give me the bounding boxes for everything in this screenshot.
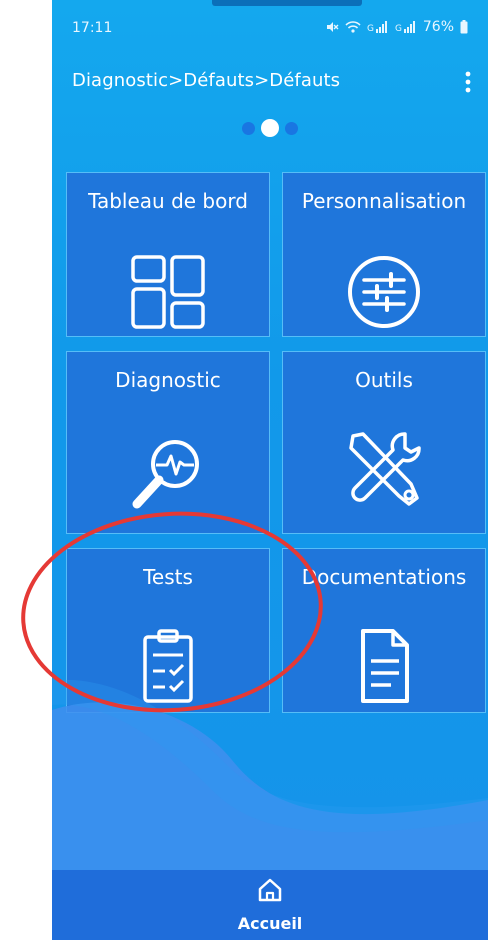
tile-tableau-de-bord[interactable]: Tableau de bord: [66, 172, 270, 337]
signal-icon-2: G: [395, 20, 417, 34]
tile-diagnostic[interactable]: Diagnostic: [66, 351, 270, 534]
dashboard-icon: [131, 255, 205, 329]
page: 17:11 G G 76% Diagnostic>Défauts>Défauts…: [0, 0, 488, 940]
svg-text:G: G: [395, 24, 402, 34]
status-bar: 17:11 G G 76%: [52, 18, 488, 44]
sliders-icon: [348, 256, 420, 328]
header-bar: Diagnostic>Défauts>Défauts: [52, 60, 488, 104]
page-dot-3[interactable]: [285, 121, 298, 135]
tile-label: Documentations: [301, 565, 467, 589]
tile-label: Tests: [143, 565, 193, 589]
tile-label: Outils: [355, 368, 413, 392]
svg-text:G: G: [367, 24, 374, 34]
breadcrumb[interactable]: Diagnostic>Défauts>Défauts: [72, 70, 340, 91]
tile-outils[interactable]: Outils: [282, 351, 486, 534]
page-dot-1[interactable]: [242, 121, 255, 135]
tile-label: Diagnostic: [115, 368, 221, 392]
tile-personnalisation[interactable]: Personnalisation: [282, 172, 486, 337]
bottom-nav: Accueil: [52, 870, 488, 940]
battery-icon: [460, 20, 468, 34]
tools-icon: [349, 432, 421, 506]
status-icons: G G 76%: [325, 19, 468, 35]
nav-home-button[interactable]: Accueil: [210, 876, 330, 936]
page-dot-2-active[interactable]: [261, 119, 279, 137]
tile-label: Personnalisation: [301, 189, 467, 213]
tile-label: Tableau de bord: [88, 189, 248, 213]
diagnostic-magnifier-icon: [132, 440, 199, 509]
top-notch: [212, 0, 362, 6]
menu-grid: Tableau de bord Personnalisation Diagnos…: [66, 172, 486, 713]
wifi-icon: [345, 20, 361, 34]
page-indicator: [52, 119, 488, 137]
phone-screen: 17:11 G G 76% Diagnostic>Défauts>Défauts…: [52, 0, 488, 940]
nav-home-label: Accueil: [237, 914, 303, 933]
signal-icon: G: [367, 20, 389, 34]
mute-icon: [325, 20, 339, 34]
status-time: 17:11: [72, 20, 113, 36]
background-wave: [52, 680, 488, 870]
more-vert-icon[interactable]: [462, 68, 474, 96]
home-icon: [258, 878, 282, 902]
battery-text: 76%: [422, 19, 454, 35]
